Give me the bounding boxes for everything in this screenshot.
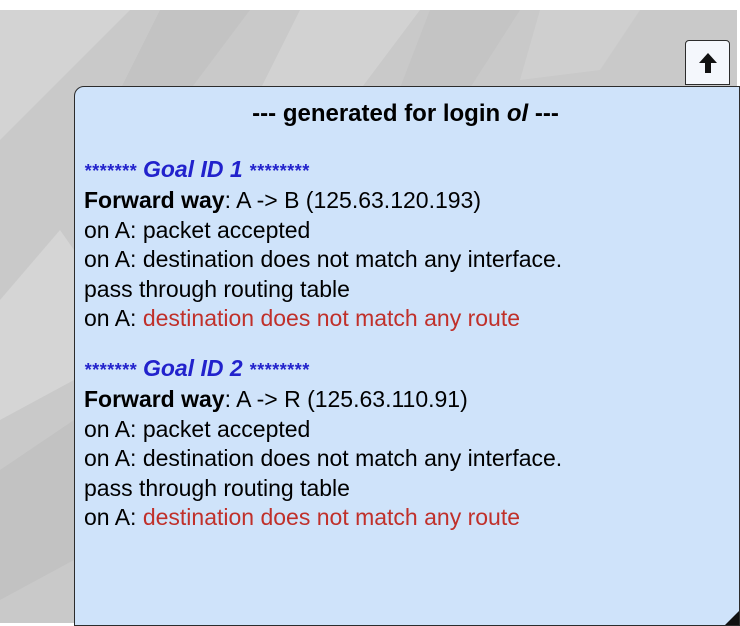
goal-block-1: ******* Goal ID 1 ******** Forward way: … <box>84 155 739 334</box>
route-error-text: destination does not match any route <box>142 504 521 530</box>
goal-stars-left: ******* <box>84 359 137 380</box>
forward-way-line: Forward way: A -> R (125.63.110.91) <box>84 385 739 415</box>
forward-way-line: Forward way: A -> B (125.63.120.193) <box>84 186 739 216</box>
packet-accepted-line: on A: packet accepted <box>84 216 311 243</box>
collapse-button[interactable] <box>685 40 730 85</box>
route-error-text: destination does not match any route <box>142 305 521 331</box>
goal-stars-left: ******* <box>84 160 137 181</box>
panel-header: --- generated for login ol --- <box>84 99 739 129</box>
route-error-prefix: on A: <box>84 305 143 331</box>
goal-stars-right: ******** <box>249 359 310 380</box>
forward-way-value: : A -> R (125.63.110.91) <box>224 386 468 412</box>
goal-block-2: ******* Goal ID 2 ******** Forward way: … <box>84 354 739 533</box>
arrow-up-icon <box>698 52 717 73</box>
packet-accepted-line: on A: packet accepted <box>84 415 311 442</box>
routing-table-line: pass through routing table <box>84 275 350 302</box>
goal-heading: ******* Goal ID 2 ******** <box>84 354 739 386</box>
routing-table-line: pass through routing table <box>84 474 350 501</box>
route-error-line: on A: destination does not match any rou… <box>84 503 739 533</box>
forward-way-value: : A -> B (125.63.120.193) <box>224 187 481 213</box>
header-login: ol <box>506 100 529 127</box>
route-error-line: on A: destination does not match any rou… <box>84 304 739 334</box>
forward-way-label: Forward way <box>84 386 225 412</box>
route-error-prefix: on A: <box>84 504 143 530</box>
goal-title: Goal ID 2 <box>142 354 243 381</box>
forward-way-label: Forward way <box>84 187 225 213</box>
header-prefix: --- generated for login <box>252 100 507 127</box>
no-interface-line: on A: destination does not match any int… <box>84 445 563 471</box>
goal-report-panel: --- generated for login ol --- ******* G… <box>74 86 740 626</box>
header-suffix: --- <box>528 100 559 127</box>
no-interface-line: on A: destination does not match any int… <box>84 246 563 272</box>
goal-stars-right: ******** <box>249 160 310 181</box>
goal-heading: ******* Goal ID 1 ******** <box>84 155 739 187</box>
goal-title: Goal ID 1 <box>142 155 243 182</box>
